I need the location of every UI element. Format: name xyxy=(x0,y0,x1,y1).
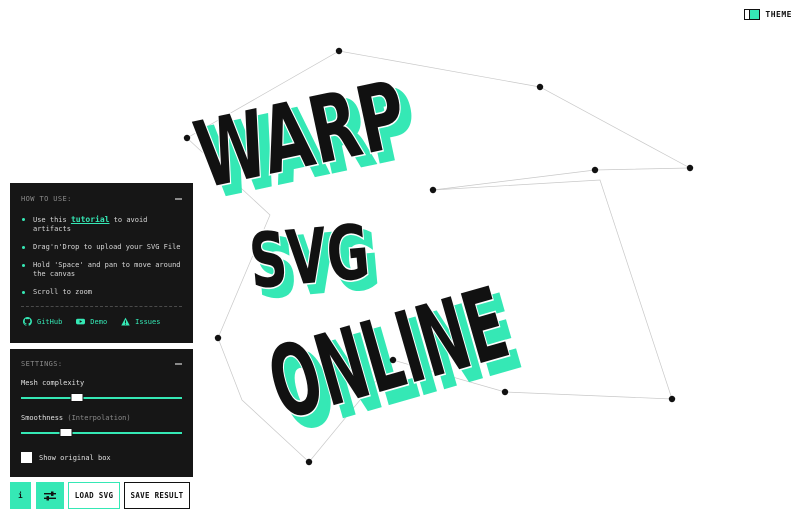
mesh-complexity-label: Mesh complexity xyxy=(21,379,85,387)
svg-text:SVG: SVG xyxy=(246,209,373,307)
resource-links: GitHub Demo Issues xyxy=(21,317,182,326)
show-original-box-toggle[interactable]: Show original box xyxy=(21,452,182,463)
split-square-icon xyxy=(744,8,761,20)
github-link[interactable]: GitHub xyxy=(23,317,62,326)
smoothness-label: Smoothness (Interpolation) xyxy=(21,414,131,422)
control-point[interactable] xyxy=(591,166,599,174)
demo-link[interactable]: Demo xyxy=(76,317,107,326)
settings-panel: SETTINGS: Mesh complexity Smoothness (In… xyxy=(10,349,193,477)
smoothness-slider[interactable] xyxy=(21,428,182,438)
theme-label: THEME xyxy=(765,9,792,19)
issues-link[interactable]: Issues xyxy=(121,317,160,326)
list-item: Scroll to zoom xyxy=(21,288,182,297)
divider xyxy=(21,306,182,307)
github-icon xyxy=(23,317,32,326)
control-point[interactable] xyxy=(214,334,222,342)
load-svg-button[interactable]: LOAD SVG xyxy=(68,482,120,509)
info-button[interactable]: i xyxy=(10,482,31,509)
mesh-complexity-slider[interactable] xyxy=(21,393,182,403)
artwork-svg: SVG SVG xyxy=(245,208,384,317)
control-point[interactable] xyxy=(536,83,544,91)
save-result-button[interactable]: SAVE RESULT xyxy=(124,482,190,509)
checkbox-label: Show original box xyxy=(39,453,111,462)
youtube-icon xyxy=(76,318,86,325)
list-item: Drag'n'Drop to upload your SVG File xyxy=(21,243,182,252)
how-to-panel: HOW TO USE: Use this tutorial to avoid a… xyxy=(10,183,193,343)
list-item: Hold 'Space' and pan to move around the … xyxy=(21,261,182,279)
warning-icon xyxy=(121,317,130,326)
how-to-title: HOW TO USE: xyxy=(21,195,182,203)
settings-title: SETTINGS: xyxy=(21,360,182,368)
artwork-warp: WARP WARP xyxy=(185,58,428,220)
list-item: Use this tutorial to avoid artifacts xyxy=(21,215,182,234)
collapse-how-to-button[interactable] xyxy=(175,198,182,200)
slider-thumb[interactable] xyxy=(70,393,84,402)
slider-thumb[interactable] xyxy=(59,428,73,437)
show-original-box-checkbox[interactable] xyxy=(21,452,32,463)
sliders-icon xyxy=(44,491,56,500)
control-point[interactable] xyxy=(183,134,191,142)
control-point[interactable] xyxy=(305,458,313,466)
how-to-list: Use this tutorial to avoid artifacts Dra… xyxy=(21,215,182,297)
theme-toggle[interactable]: THEME xyxy=(744,7,792,21)
tutorial-link[interactable]: tutorial xyxy=(71,215,110,224)
control-point[interactable] xyxy=(429,186,437,194)
control-point[interactable] xyxy=(389,356,397,364)
settings-toggle-button[interactable] xyxy=(36,482,64,509)
control-point[interactable] xyxy=(335,47,343,55)
control-point[interactable] xyxy=(668,395,676,403)
control-point[interactable] xyxy=(501,388,509,396)
control-point[interactable] xyxy=(686,164,694,172)
svg-text:WARP: WARP xyxy=(186,60,415,210)
collapse-settings-button[interactable] xyxy=(175,363,182,365)
